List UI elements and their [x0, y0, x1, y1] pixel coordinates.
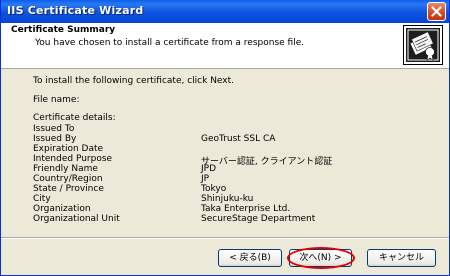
detail-row: Organizational Unit SecureStage Departme…: [33, 214, 433, 224]
detail-key: Expiration Date: [33, 144, 104, 154]
cancel-button[interactable]: キャンセル: [367, 249, 436, 267]
wizard-window: IIS Certificate Wizard Certificate Summa…: [0, 0, 450, 276]
detail-key: Organization: [33, 204, 91, 214]
page-title: Certificate Summary: [11, 25, 116, 35]
detail-row: Friendly Name JPD: [33, 164, 433, 174]
detail-value: JPD: [201, 164, 217, 174]
detail-row: Organization Taka Enterprise Ltd.: [33, 204, 433, 214]
detail-row: Expiration Date: [33, 144, 433, 154]
detail-key: Issued By: [33, 134, 77, 144]
detail-key: Organizational Unit: [33, 214, 120, 224]
file-name-label: File name:: [33, 95, 80, 105]
detail-value: GeoTrust SSL CA: [201, 134, 276, 144]
close-button[interactable]: [427, 2, 446, 21]
intro-text: To install the following certificate, cl…: [33, 76, 235, 86]
detail-key: City: [33, 194, 51, 204]
detail-row: Issued By GeoTrust SSL CA: [33, 134, 433, 144]
detail-row: Intended Purpose サーバー認証, クライアント認証: [33, 154, 433, 167]
back-button[interactable]: < 戻る(B): [218, 249, 282, 267]
certificate-wizard-icon: [403, 25, 443, 65]
page-subtitle: You have chosen to install a certificate…: [35, 38, 305, 48]
window-title: IIS Certificate Wizard: [7, 4, 144, 17]
detail-row: State / Province Tokyo: [33, 184, 433, 194]
close-icon: [431, 6, 442, 17]
detail-key: State / Province: [33, 184, 104, 194]
detail-value: Taka Enterprise Ltd.: [201, 204, 291, 214]
detail-value: Shinjuku-ku: [201, 194, 254, 204]
detail-row: City Shinjuku-ku: [33, 194, 433, 204]
detail-value: Tokyo: [201, 184, 227, 194]
detail-key: Intended Purpose: [33, 154, 113, 164]
detail-row: Country/Region JP: [33, 174, 433, 184]
wizard-header: Certificate Summary You have chosen to i…: [1, 23, 449, 69]
next-button[interactable]: 次へ(N) >: [289, 249, 352, 267]
details-label: Certificate details:: [33, 113, 116, 123]
detail-value: JP: [201, 174, 210, 184]
detail-key: Country/Region: [33, 174, 103, 184]
detail-key: Friendly Name: [33, 164, 98, 174]
detail-value: SecureStage Department: [201, 214, 316, 224]
detail-key: Issued To: [33, 124, 75, 134]
title-bar[interactable]: IIS Certificate Wizard: [1, 0, 449, 23]
detail-row: Issued To: [33, 124, 433, 134]
